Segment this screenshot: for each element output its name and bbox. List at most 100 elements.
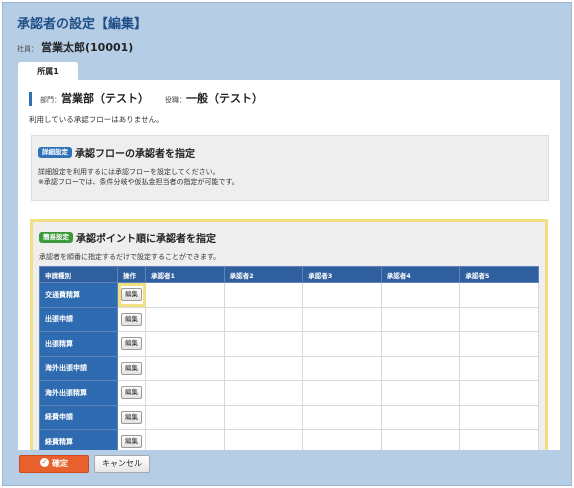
approver-cell: [145, 282, 225, 308]
confirm-button[interactable]: ✓ 確定: [19, 455, 89, 473]
approver-cell: [223, 282, 304, 308]
dept-label: 部門：: [40, 96, 61, 104]
detail-setting-text-1: 詳細設定を利用するには承認フローを設定してください。: [38, 168, 220, 176]
approver-cell: [380, 306, 461, 332]
employee-info: 社員： 営業太郎(10001): [17, 39, 133, 55]
approver-cell: [380, 429, 461, 450]
affiliation-panel: 部門：営業部（テスト） 役職：一般（テスト） 利用している承認フローはありません。…: [18, 80, 560, 450]
approver-cell: [380, 282, 461, 308]
page-title: 承認者の設定【編集】: [17, 17, 148, 32]
application-type: 経費精算: [39, 429, 118, 450]
employee-label: 社員：: [17, 45, 38, 53]
approver-cell: [302, 306, 382, 332]
employee-value: 営業太郎(10001): [41, 41, 134, 54]
simple-setting-badge: 簡易設定: [39, 232, 73, 243]
approver-cell: [145, 404, 225, 430]
table-row: 交通費精算 編集: [39, 282, 539, 308]
table-row: 海外出張精算 編集: [39, 380, 539, 406]
application-type: 交通費精算: [39, 282, 118, 308]
table-row: 出張申請 編集: [39, 306, 539, 332]
tab-affiliation-1[interactable]: 所属1: [18, 62, 78, 81]
column-header: 承認者5: [459, 266, 539, 283]
operation-cell: 編集: [117, 404, 146, 430]
column-header: 承認者4: [380, 266, 461, 283]
approver-cell: [459, 282, 539, 308]
flow-status-note: 利用している承認フローはありません。: [29, 115, 164, 124]
detail-setting-box: 詳細設定 承認フローの承認者を指定 詳細設定を利用するには承認フローを設定してくだ…: [31, 135, 549, 201]
approver-cell: [302, 404, 382, 430]
approver-cell: [223, 380, 304, 406]
detail-setting-badge: 詳細設定: [38, 147, 72, 158]
edit-button[interactable]: 編集: [121, 337, 142, 351]
check-icon: ✓: [40, 458, 49, 467]
approver-cell: [459, 306, 539, 332]
operation-cell: 編集: [117, 355, 146, 381]
approver-cell: [223, 404, 304, 430]
approver-cell: [302, 331, 382, 357]
column-header: 申請種別: [39, 266, 118, 283]
approver-cell: [302, 380, 382, 406]
table-header-row: 申請種別 操作 承認者1 承認者2 承認者3 承認者4 承認者5: [39, 266, 539, 283]
operation-cell: 編集: [117, 429, 146, 450]
column-header: 承認者1: [145, 266, 225, 283]
approver-cell: [145, 355, 225, 381]
approver-cell: [223, 306, 304, 332]
column-header: 承認者3: [302, 266, 382, 283]
approver-cell: [223, 331, 304, 357]
page-frame: 承認者の設定【編集】 社員： 営業太郎(10001) 所属1 部門：営業部（テスト…: [2, 2, 572, 486]
edit-button[interactable]: 編集: [121, 435, 142, 449]
approver-cell: [302, 282, 382, 308]
operation-cell: 編集: [117, 306, 146, 332]
approver-cell: [380, 331, 461, 357]
table-row: 海外出張申請 編集: [39, 355, 539, 381]
application-type: 海外出張精算: [39, 380, 118, 406]
edit-button[interactable]: 編集: [121, 288, 142, 302]
approver-cell: [459, 429, 539, 450]
application-type: 海外出張申請: [39, 355, 118, 381]
table-row: 経費申請 編集: [39, 404, 539, 430]
approver-cell: [302, 355, 382, 381]
simple-setting-title: 簡易設定 承認ポイント順に承認者を指定: [39, 230, 216, 245]
simple-setting-heading: 承認ポイント順に承認者を指定: [76, 234, 216, 245]
edit-button[interactable]: 編集: [121, 386, 142, 400]
approver-cell: [459, 404, 539, 430]
approver-cell: [380, 355, 461, 381]
department-row: 部門：営業部（テスト） 役職：一般（テスト）: [29, 92, 279, 106]
approver-table: 申請種別 操作 承認者1 承認者2 承認者3 承認者4 承認者5 交通費精算 編…: [39, 266, 539, 450]
approver-cell: [459, 380, 539, 406]
column-header: 操作: [117, 266, 146, 283]
approver-cell: [223, 429, 304, 450]
approver-cell: [145, 429, 225, 450]
operation-cell: 編集: [117, 331, 146, 357]
approver-cell: [380, 404, 461, 430]
approver-cell: [145, 380, 225, 406]
application-type: 経費申請: [39, 404, 118, 430]
table-row: 経費精算 編集: [39, 429, 539, 450]
edit-button[interactable]: 編集: [121, 361, 142, 375]
approver-cell: [145, 306, 225, 332]
dept-value: 営業部（テスト）: [61, 92, 149, 105]
edit-button[interactable]: 編集: [121, 410, 142, 424]
operation-cell: 編集: [117, 380, 146, 406]
confirm-label: 確定: [52, 459, 68, 468]
simple-setting-description: 承認者を順番に指定するだけで設定することができます。: [39, 253, 221, 261]
approver-cell: [459, 355, 539, 381]
approver-cell: [223, 355, 304, 381]
approver-cell: [459, 331, 539, 357]
position-value: 一般（テスト）: [186, 92, 263, 105]
approver-cell: [302, 429, 382, 450]
table-row: 出張精算 編集: [39, 331, 539, 357]
application-type: 出張申請: [39, 306, 118, 332]
simple-setting-box: 簡易設定 承認ポイント順に承認者を指定 承認者を順番に指定するだけで設定することが…: [30, 219, 548, 450]
cancel-button[interactable]: キャンセル: [94, 455, 150, 473]
operation-cell: 編集: [117, 282, 146, 308]
edit-button[interactable]: 編集: [121, 312, 142, 326]
position-label: 役職：: [165, 96, 186, 104]
application-type: 出張精算: [39, 331, 118, 357]
approver-cell: [380, 380, 461, 406]
detail-setting-heading: 承認フローの承認者を指定: [75, 149, 195, 160]
column-header: 承認者2: [223, 266, 304, 283]
detail-setting-text-2: ※承認フローでは、条件分岐や仮払金担当者の指定が可能です。: [38, 178, 239, 186]
approver-cell: [145, 331, 225, 357]
detail-setting-title: 詳細設定 承認フローの承認者を指定: [38, 145, 195, 160]
